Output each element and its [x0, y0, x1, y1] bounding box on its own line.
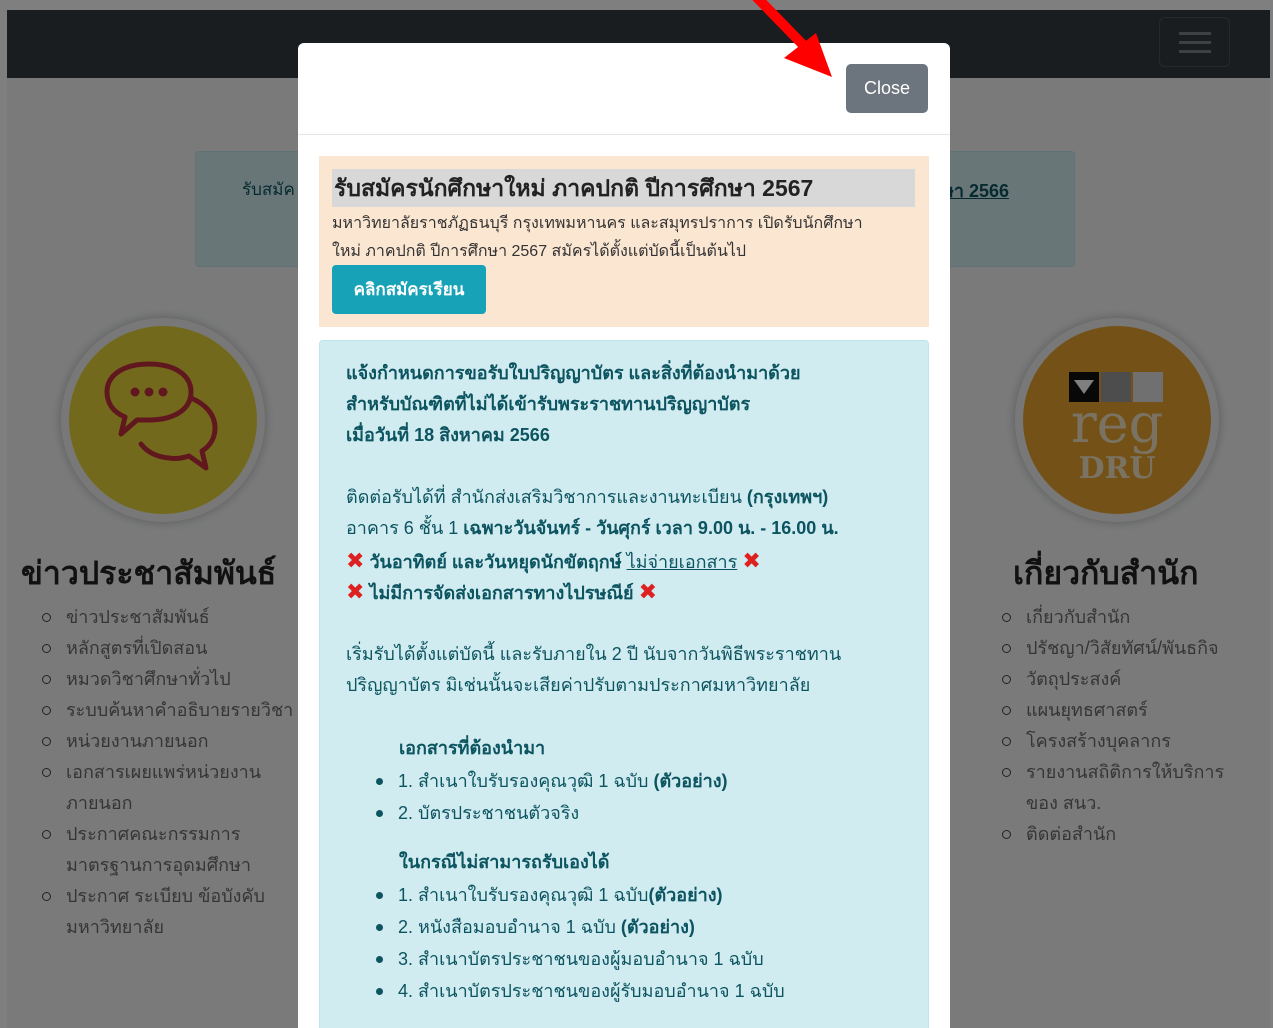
- doc-item: 3. สำเนาบัตรประชาชนของผู้มอบอำนาจ 1 ฉบับ: [374, 943, 785, 975]
- proxy-docs-list: 1. สำเนาใบรับรองคุณวุฒิ 1 ฉบับ(ตัวอย่าง)…: [374, 879, 785, 1007]
- doc-text: 1. สำเนาใบรับรองคุณวุฒิ 1 ฉบับ: [398, 885, 649, 905]
- notice-heading: แจ้งกำหนดการขอรับใบปริญญาบัตร และสิ่งที่…: [346, 363, 801, 383]
- admission-panel: รับสมัครนักศึกษาใหม่ ภาคปกติ ปีการศึกษา …: [319, 156, 929, 327]
- doc-item: 2. บัตรประชาชนตัวจริง: [374, 797, 728, 829]
- no-post-line: ✖ ไม่มีการจัดส่งเอกสารทางไปรษณีย์ ✖: [346, 576, 657, 609]
- no-issue-link[interactable]: ไม่จ่ายเอกสาร: [627, 552, 738, 572]
- notice-heading: เมื่อวันที่ 18 สิงหาคม 2566: [346, 425, 550, 445]
- cross-icon: ✖: [346, 548, 365, 573]
- no-post-text: ไม่มีการจัดส่งเอกสารทางไปรษณีย์: [369, 583, 634, 603]
- graduation-notice: แจ้งกำหนดการขอรับใบปริญญาบัตร และสิ่งที่…: [319, 340, 929, 1028]
- contact-location: (กรุงเทพฯ): [746, 487, 829, 507]
- doc-text: 2. บัตรประชาชนตัวจริง: [398, 803, 580, 823]
- admission-title: รับสมัครนักศึกษาใหม่ ภาคปกติ ปีการศึกษา …: [332, 169, 915, 207]
- cross-icon: ✖: [346, 579, 365, 604]
- annotation-arrow-icon: [752, 0, 832, 77]
- closed-days-text: วันอาทิตย์ และวันหยุดนักขัตฤกษ์: [369, 552, 627, 572]
- contact-line: ติดต่อรับได้ที่ สำนักส่งเสริมวิชาการและง…: [346, 482, 828, 513]
- period-text: เริ่มรับได้ตั้งแต่บัดนี้ และรับภายใน 2 ป…: [346, 644, 842, 664]
- example-link[interactable]: (ตัวอย่าง): [648, 885, 722, 905]
- closed-days-line: ✖ วันอาทิตย์ และวันหยุดนักขัตฤกษ์ ไม่จ่า…: [346, 545, 761, 578]
- docs-list: 1. สำเนาใบรับรองคุณวุฒิ 1 ฉบับ (ตัวอย่าง…: [374, 765, 728, 829]
- proxy-heading: ในกรณีไม่สามารถรับเองได้: [399, 852, 610, 872]
- admission-desc-line: มหาวิทยาลัยราชภัฏธนบุรี กรุงเทพมหานคร แล…: [332, 215, 863, 232]
- doc-item: 4. สำเนาบัตรประชาชนของผู้รับมอบอำนาจ 1 ฉ…: [374, 975, 785, 1007]
- doc-item: 1. สำเนาใบรับรองคุณวุฒิ 1 ฉบับ (ตัวอย่าง…: [374, 765, 728, 797]
- cross-icon: ✖: [638, 579, 658, 604]
- contact-line: อาคาร 6 ชั้น 1 เฉพาะวันจันทร์ - วันศุกร์…: [346, 513, 839, 544]
- cross-icon: ✖: [742, 548, 761, 573]
- doc-text: 1. สำเนาใบรับรองคุณวุฒิ 1 ฉบับ: [398, 771, 654, 791]
- doc-item: 2. หนังสือมอบอำนาจ 1 ฉบับ (ตัวอย่าง): [374, 911, 785, 943]
- contact-text: ติดต่อรับได้ที่ สำนักส่งเสริมวิชาการและง…: [346, 487, 747, 507]
- doc-text: 2. หนังสือมอบอำนาจ 1 ฉบับ: [398, 917, 621, 937]
- notice-heading: สำหรับบัณฑิตที่ไม่ได้เข้ารับพระราชทานปริ…: [346, 394, 751, 414]
- period-text: ปริญญาบัตร มิเช่นนั้นจะเสียค่าปรับตามประ…: [346, 675, 811, 695]
- contact-text: อาคาร 6 ชั้น 1: [346, 518, 464, 538]
- docs-heading: เอกสารที่ต้องนำมา: [399, 738, 546, 758]
- doc-text: 3. สำเนาบัตรประชาชนของผู้มอบอำนาจ 1 ฉบับ: [398, 949, 764, 969]
- admission-desc-line: ใหม่ ภาคปกติ ปีการศึกษา 2567 สมัครได้ตั้…: [332, 243, 747, 260]
- admission-description: มหาวิทยาลัยราชภัฏธนบุรี กรุงเทพมหานคร แล…: [332, 210, 912, 266]
- doc-text: 4. สำเนาบัตรประชาชนของผู้รับมอบอำนาจ 1 ฉ…: [398, 981, 785, 1001]
- doc-item: 1. สำเนาใบรับรองคุณวุฒิ 1 ฉบับ(ตัวอย่าง): [374, 879, 785, 911]
- announcement-modal: Close รับสมัครนักศึกษาใหม่ ภาคปกติ ปีการ…: [298, 43, 950, 1028]
- example-link[interactable]: (ตัวอย่าง): [621, 917, 695, 937]
- office-hours: เฉพาะวันจันทร์ - วันศุกร์ เวลา 9.00 น. -…: [463, 518, 839, 538]
- apply-button[interactable]: คลิกสมัครเรียน: [332, 265, 486, 314]
- example-link[interactable]: (ตัวอย่าง): [653, 771, 727, 791]
